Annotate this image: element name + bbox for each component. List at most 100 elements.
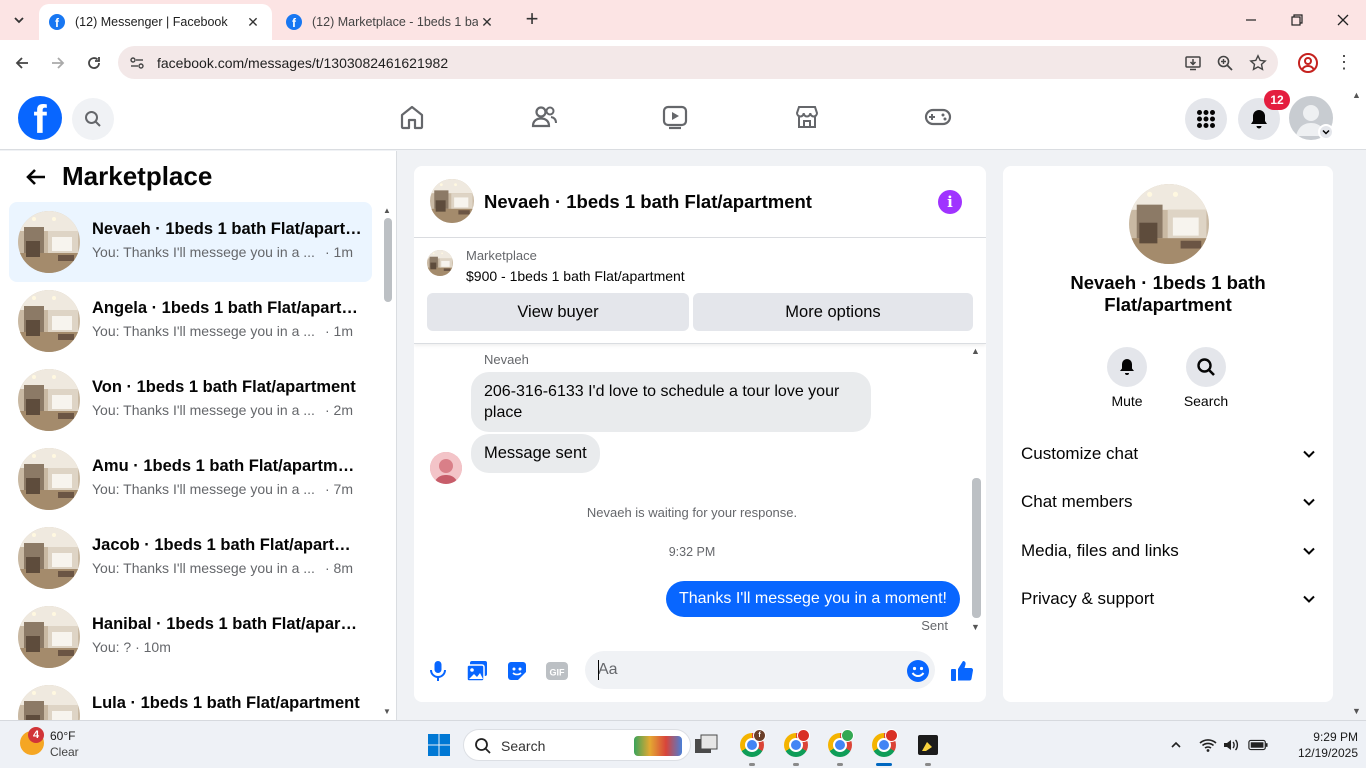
account-caret-icon[interactable] [1318,124,1334,140]
conversation-name: Von · 1beds 1 bath Flat/apartment [92,378,356,396]
outgoing-message[interactable]: Thanks I'll messege you in a moment! [665,581,960,617]
new-tab-button[interactable]: + [520,8,544,32]
privacy-support-section[interactable]: Privacy & support [1021,587,1317,611]
scroll-up-arrow-icon[interactable]: ▲ [971,346,980,356]
weather-condition-text[interactable]: Clear [50,745,79,759]
tab-messenger[interactable]: f (12) Messenger | Facebook ✕ [39,4,272,40]
incoming-message[interactable]: Message sent [471,434,600,473]
conversation-item-von[interactable]: Von · 1beds 1 bath Flat/apartment You: T… [9,360,372,440]
sticker-icon [508,662,526,680]
conversation-item-nevaeh[interactable]: Nevaeh · 1beds 1 bath Flat/apartment You… [9,202,372,282]
menu-button[interactable] [1185,98,1227,140]
taskbar-sticky-notes[interactable] [912,729,944,766]
taskbar-chrome-profile-2[interactable] [780,729,812,766]
search-action[interactable]: Search [1171,347,1241,409]
chat-members-section[interactable]: Chat members [1021,490,1317,514]
temperature-text[interactable]: 60°F [50,729,75,743]
search-in-conversation-button[interactable] [1186,347,1226,387]
chat-scrollbar-thumb[interactable] [972,478,981,618]
restore-button[interactable] [1274,6,1320,34]
scroll-down-arrow-icon[interactable]: ▼ [971,622,980,632]
tab-close-icon[interactable]: ✕ [478,14,496,31]
page-scroll-down-icon[interactable]: ▼ [1352,706,1361,716]
battery-icon[interactable] [1248,735,1268,755]
back-arrow-button[interactable] [22,163,50,191]
list-scrollbar-thumb[interactable] [384,218,392,302]
nav-marketplace[interactable] [792,102,822,132]
nav-gaming[interactable] [923,102,953,132]
tab-close-icon[interactable]: ✕ [244,14,262,31]
conversation-item-amu[interactable]: Amu · 1beds 1 bath Flat/apartment You: T… [9,439,372,519]
zoom-icon[interactable] [1215,53,1235,73]
conversation-item-hanibal[interactable]: Hanibal · 1beds 1 bath Flat/apartment Yo… [9,597,372,677]
running-indicator [749,763,755,766]
taskbar-chrome-profile-1[interactable]: f [736,729,768,766]
reload-button[interactable] [81,50,107,76]
windows-start-icon[interactable] [427,733,451,757]
customize-chat-section[interactable]: Customize chat [1021,442,1317,466]
mute-button[interactable] [1107,347,1147,387]
site-settings-icon[interactable] [128,54,146,72]
install-app-icon[interactable] [1183,53,1203,73]
listing-price-title[interactable]: $900 - 1beds 1 bath Flat/apartment [466,268,685,284]
back-button[interactable] [9,50,35,76]
wifi-icon[interactable] [1198,735,1218,755]
scroll-down-arrow-icon[interactable]: ▼ [383,707,391,716]
media-files-links-section[interactable]: Media, files and links [1021,539,1317,563]
facebook-logo[interactable]: f [18,96,62,140]
close-window-button[interactable] [1320,6,1366,34]
sender-avatar[interactable] [430,452,462,484]
taskbar-search-box[interactable]: Search [463,729,691,761]
volume-icon[interactable] [1221,735,1241,755]
like-button[interactable] [949,658,975,684]
chat-panel: Nevaeh · 1beds 1 bath Flat/apartment i M… [414,166,986,702]
conversation-item-lula[interactable]: Lula · 1beds 1 bath Flat/apartment [9,676,372,720]
attach-photo-button[interactable] [464,658,490,684]
forward-button[interactable] [45,50,71,76]
conversation-preview: You: Thanks I'll messege you in a ... [92,244,315,260]
search-icon [1197,358,1215,376]
conversation-preview: You: Thanks I'll messege you in a ... [92,481,315,497]
message-input[interactable] [585,651,935,689]
chat-listing-thumbnail[interactable] [430,179,474,223]
microphone-icon [430,661,446,681]
show-hidden-icons-button[interactable] [1166,735,1186,755]
sticky-notes-icon [918,735,938,755]
profile-icon[interactable] [1297,52,1319,74]
mute-action[interactable]: Mute [1092,347,1162,409]
bookmark-star-icon[interactable] [1248,53,1268,73]
scroll-up-arrow-icon[interactable]: ▲ [383,206,391,215]
chrome-menu-icon[interactable]: ⋮ [1334,52,1354,74]
arrow-left-icon [15,57,28,69]
info-icon[interactable]: i [938,190,962,214]
running-indicator [793,763,799,766]
more-options-button[interactable]: More options [693,293,973,331]
incoming-message[interactable]: 206-316-6133 I'd love to schedule a tour… [471,372,871,432]
voice-clip-button[interactable] [425,658,451,684]
taskbar-chrome-profile-3[interactable] [824,729,856,766]
minimize-button[interactable] [1228,6,1274,34]
nav-video[interactable] [660,102,690,132]
sticker-button[interactable] [504,658,530,684]
conversation-preview: You: Thanks I'll messege you in a ... [92,323,315,339]
chat-title[interactable]: Nevaeh · 1beds 1 bath Flat/apartment [484,191,812,213]
browser-tab-strip: f (12) Messenger | Facebook ✕ f (12) Mar… [0,0,1366,40]
system-clock[interactable]: 9:29 PM 12/19/2025 [1290,729,1358,761]
nav-home[interactable] [397,102,427,132]
nav-friends[interactable] [529,102,559,132]
emoji-button[interactable] [905,658,931,684]
tab-search-button[interactable] [6,8,32,32]
taskbar-chrome-profile-4[interactable] [868,729,900,766]
taskbar-task-view[interactable] [690,729,722,761]
address-bar[interactable]: facebook.com/messages/t/1303082461621982 [118,46,1278,79]
tab-marketplace[interactable]: f (12) Marketplace - 1beds 1 bath ✕ [276,4,506,40]
gif-button[interactable]: GIF [544,658,570,684]
conversation-item-jacob[interactable]: Jacob · 1beds 1 bath Flat/apartment You:… [9,518,372,598]
windows-taskbar: 4 60°F Clear Search f 9:29 PM 12/19/2025 [0,720,1366,768]
facebook-search-button[interactable] [72,98,114,140]
text-caret [598,660,599,680]
conversation-item-angela[interactable]: Angela · 1beds 1 bath Flat/apartment You… [9,281,372,361]
page-scroll-up-icon[interactable]: ▲ [1352,90,1361,100]
view-buyer-button[interactable]: View buyer [427,293,689,331]
listing-thumbnail [18,685,80,720]
